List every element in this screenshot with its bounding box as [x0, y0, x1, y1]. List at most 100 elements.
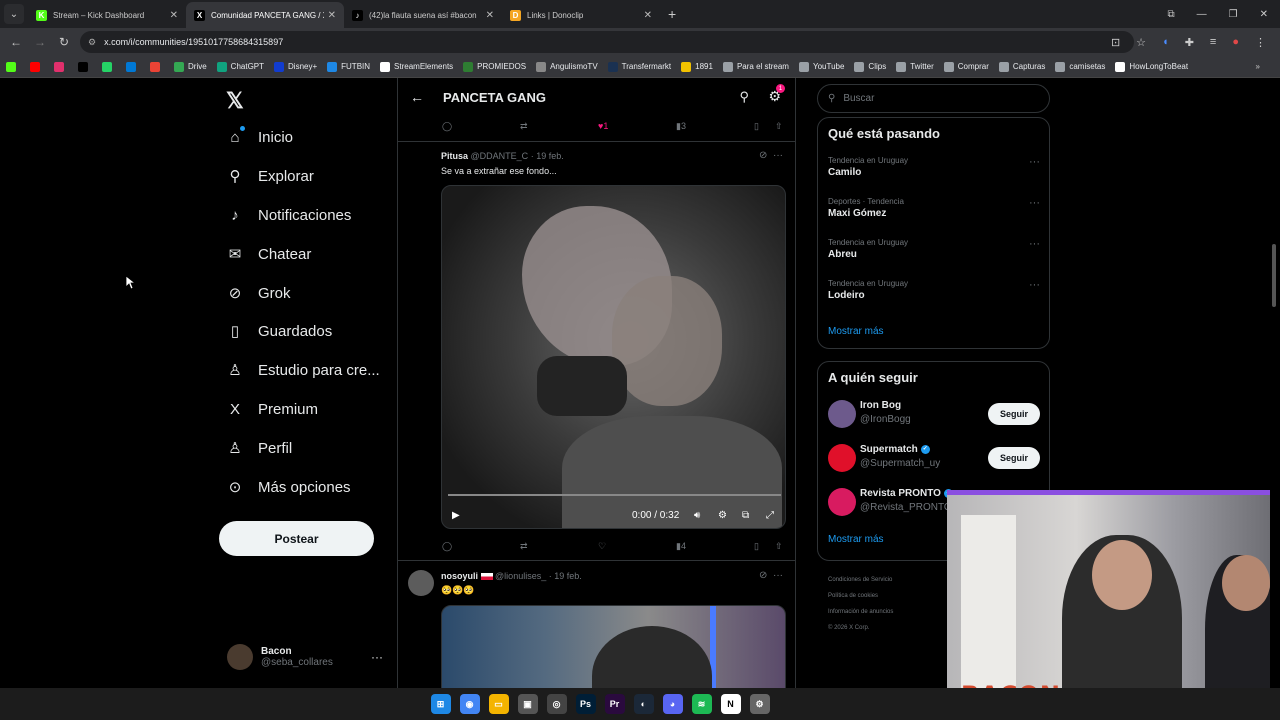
bookmark-item[interactable]: FUTBIN [327, 61, 370, 72]
share-icon[interactable]: ⇧ [775, 541, 783, 552]
site-info-icon[interactable]: ⚙ [88, 37, 96, 48]
bookmark-item[interactable]: Para el stream [722, 61, 789, 72]
settings-icon[interactable]: ⚙ [749, 694, 770, 714]
restore-button[interactable]: ❐ [1229, 9, 1238, 20]
views-icon[interactable]: ▮ 3 [676, 121, 686, 132]
post-button[interactable]: Postear [219, 521, 374, 556]
new-tab-button[interactable]: + [668, 6, 676, 22]
volume-icon[interactable]: 🔊︎ [694, 510, 700, 521]
share-icon[interactable]: ⇧ [775, 121, 783, 132]
author-name[interactable]: nosoyuli [441, 571, 478, 581]
bookmark-item[interactable]: YouTube [798, 61, 844, 72]
sidebar-item[interactable]: ⊙ Más opciones [226, 478, 351, 497]
bookmark-item[interactable]: StreamElements [380, 61, 453, 72]
like-icon[interactable]: ♡ [598, 541, 606, 552]
page-scrollbar[interactable] [1272, 244, 1276, 307]
grok-icon[interactable]: ⊘ [759, 150, 767, 161]
video-player[interactable] [441, 605, 786, 688]
windows-start-icon[interactable]: ⊞ [430, 694, 451, 714]
bookmark-item[interactable]: Twitter [896, 61, 934, 72]
close-tab-icon[interactable]: ✕ [486, 10, 494, 21]
photoshop-icon[interactable]: Ps [575, 694, 596, 714]
show-more-link[interactable]: Mostrar más [828, 534, 884, 545]
tweet-date[interactable]: · 19 feb. [549, 571, 582, 581]
minimize-button[interactable]: — [1197, 9, 1207, 20]
more-dots-icon[interactable]: ··· [1029, 238, 1040, 250]
extensions-icon[interactable]: ⧉ [1168, 9, 1175, 20]
reload-icon[interactable]: ↻ [52, 35, 76, 49]
video-progress-bar[interactable] [448, 494, 781, 496]
media-control-icon[interactable]: ≡ [1210, 36, 1216, 48]
sidebar-item[interactable]: ♪ Notificaciones [226, 206, 351, 224]
play-icon[interactable]: ▶ [452, 510, 460, 521]
close-tab-icon[interactable]: ✕ [170, 10, 178, 21]
tweet-date[interactable]: · 19 feb. [531, 151, 564, 161]
trend-item[interactable]: Deportes · Tendencia Maxi Gómez ··· [828, 197, 1040, 219]
footer-link[interactable]: Política de cookies [828, 588, 948, 604]
install-app-icon[interactable]: ⊡ [1111, 36, 1120, 49]
obs-icon[interactable]: ◎ [546, 694, 567, 714]
search-icon[interactable]: ⚲ [739, 89, 749, 105]
chrome-icon[interactable]: ◉ [459, 694, 480, 714]
sidebar-item[interactable]: X Premium [226, 400, 318, 418]
sidebar-item[interactable]: ♙ Estudio para cre... [226, 361, 379, 380]
extensions-puzzle-icon[interactable]: ✚ [1185, 36, 1194, 49]
bookmark-item[interactable] [150, 61, 164, 72]
bookmark-item[interactable]: 1891 [681, 61, 713, 72]
follow-button[interactable]: Seguir [988, 447, 1040, 469]
browser-tab[interactable]: ♪ (42)la flauta suena así #bacon ✕ [344, 2, 502, 28]
bookmark-item[interactable]: Clips [854, 61, 886, 72]
views-icon[interactable]: ▮ 4 [676, 541, 686, 552]
bookmark-item[interactable] [126, 61, 140, 72]
more-dots-icon[interactable]: ··· [1029, 197, 1040, 209]
bookmark-item[interactable]: HowLongToBeat [1115, 61, 1188, 72]
retweet-icon[interactable]: ⇄ [520, 121, 528, 132]
avatar[interactable] [408, 570, 434, 596]
bookmark-item[interactable] [6, 61, 20, 72]
sidebar-item[interactable]: ▯ Guardados [226, 322, 332, 341]
trend-item[interactable]: Tendencia en Uruguay Lodeiro ··· [828, 279, 1040, 301]
more-bookmarks-icon[interactable]: » [1256, 62, 1260, 71]
grok-icon[interactable]: ⊘ [759, 570, 767, 581]
bookmark-item[interactable]: Drive [174, 61, 207, 72]
steam-icon[interactable]: ◐ [633, 694, 654, 714]
more-dots-icon[interactable]: ··· [1029, 156, 1040, 168]
notion-icon[interactable]: N [720, 694, 741, 714]
pip-icon[interactable]: ⧉ [742, 510, 749, 521]
more-dots-icon[interactable]: ··· [371, 650, 383, 664]
video-player[interactable]: ▶ 0:00 / 0:32 🔊︎ ⚙ ⧉ ⤢ [441, 185, 786, 529]
file-explorer-icon[interactable]: ▭ [488, 694, 509, 714]
fullscreen-icon[interactable]: ⤢ [766, 510, 774, 521]
tab-search-button[interactable]: ⌄ [4, 4, 24, 24]
forward-arrow-icon[interactable]: → [28, 35, 52, 49]
browser-menu-icon[interactable]: ⋮ [1255, 36, 1266, 49]
browser-tab[interactable]: X Comunidad PANCETA GANG / X ✕ [186, 2, 344, 28]
app-icon[interactable]: ▣ [517, 694, 538, 714]
bookmark-item[interactable]: Disney+ [274, 61, 317, 72]
bookmark-item[interactable]: Transfermarkt [607, 61, 671, 72]
avatar[interactable] [408, 150, 434, 176]
close-tab-icon[interactable]: ✕ [328, 10, 336, 21]
bookmark-item[interactable]: ChatGPT [216, 61, 264, 72]
retweet-icon[interactable]: ⇄ [520, 541, 528, 552]
browser-tab[interactable]: K Stream – Kick Dashboard ✕ [28, 2, 186, 28]
sidebar-item[interactable]: ⊘ Grok [226, 284, 291, 303]
search-input[interactable]: ⚲ Buscar [817, 84, 1050, 113]
sidebar-item[interactable]: ♙ Perfil [226, 439, 292, 458]
reply-icon[interactable]: ◯ [442, 121, 452, 132]
account-switcher[interactable]: Bacon @seba_collares ··· [227, 644, 387, 670]
bookmark-item[interactable] [102, 61, 116, 72]
sidebar-item[interactable]: ✉ Chatear [226, 245, 312, 264]
author-handle[interactable]: @DDANTE_C [471, 151, 529, 161]
bookmark-item[interactable]: PROMIEDOS [463, 61, 526, 72]
bookmark-item[interactable]: Capturas [998, 61, 1045, 72]
x-logo-icon[interactable]: 𝕏 [226, 88, 244, 114]
bookmark-item[interactable]: Comprar [943, 61, 989, 72]
author-handle[interactable]: @lionulises_ [495, 571, 546, 581]
browser-tab[interactable]: D Links | Donoclip ✕ [502, 2, 660, 28]
sidebar-item[interactable]: ⚲ Explorar [226, 167, 314, 186]
reply-icon[interactable]: ◯ [442, 541, 452, 552]
bookmark-item[interactable] [78, 61, 92, 72]
footer-link[interactable]: Condiciones de Servicio [828, 572, 948, 588]
show-more-link[interactable]: Mostrar más [828, 326, 884, 337]
